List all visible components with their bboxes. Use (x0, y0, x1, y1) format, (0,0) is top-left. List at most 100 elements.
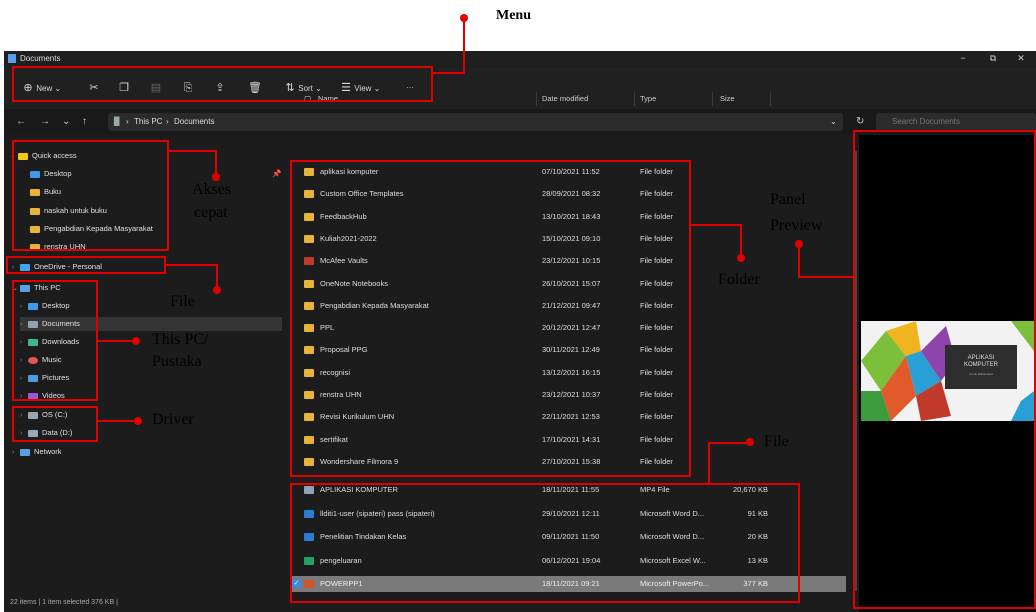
maximize-button[interactable]: ⧉ (978, 51, 1008, 66)
nav-quick-access[interactable]: ⌄ Quick access (10, 149, 77, 163)
file-size: 13 KB (747, 555, 768, 565)
nav-pc-pictures[interactable]: › Pictures (20, 371, 69, 385)
folder-row[interactable]: Kuliah2021-2022 15/10/2021 09:10 File fold… (290, 231, 846, 247)
star-icon (18, 152, 28, 160)
nav-onedrive[interactable]: › OneDrive - Personal (12, 260, 102, 274)
download-icon (28, 338, 38, 346)
file-row[interactable]: APLIKASI KOMPUTER 18/11/2021 11:55 MP4 Fil… (290, 482, 846, 498)
up-arrow-icon[interactable]: ↑ (82, 116, 87, 127)
annotation-folder: Folder (718, 271, 760, 288)
slide-thumbnail: APLIKASI KOMPUTER Untuk Mahasiswa (861, 321, 1034, 421)
paste-button[interactable]: ▤ (150, 80, 162, 96)
file-row[interactable]: POWERPP1 18/11/2021 09:21 Microsoft PowerP… (290, 576, 846, 593)
file-size: 20 KB (747, 532, 768, 542)
folder-row[interactable]: aplikasi komputer 07/10/2021 11:52 File fo… (290, 164, 846, 180)
folder-row[interactable]: renstra UHN 23/12/2021 10:37 File folder (290, 387, 846, 403)
nav-drive-d[interactable]: › Data (D:) (20, 426, 72, 440)
desktop-icon (28, 302, 38, 310)
nav-pc-desktop[interactable]: › Desktop (20, 299, 70, 313)
checkbox-checked-icon[interactable]: ✓ (292, 579, 301, 589)
folder-icon (30, 188, 40, 196)
file-name: Proposal PPG (320, 345, 368, 355)
nav-naskah[interactable]: naskah untuk buku (30, 204, 107, 218)
new-button[interactable]: ⊕ New ⌄ (22, 80, 61, 96)
scrollbar[interactable] (854, 151, 857, 591)
file-type: File folder (640, 456, 673, 466)
folder-row[interactable]: Wondershare Filmora 9 27/10/2021 15:38 Fil… (290, 454, 846, 470)
navigation-pane: ⌄ Quick access Desktop Buku naskah untuk … (4, 135, 282, 595)
file-type: Microsoft PowerPo... (640, 579, 710, 589)
nav-this-pc[interactable]: ⌄ This PC (12, 281, 61, 295)
annotation-file-left: File (170, 293, 195, 310)
annotation-panel: Panel (770, 191, 806, 208)
file-date: 07/10/2021 11:52 (542, 167, 600, 176)
rename-button[interactable]: ⎘ (182, 80, 194, 96)
breadcrumb-documents[interactable]: Documents (174, 117, 214, 126)
file-date: 30/11/2021 12:49 (542, 345, 600, 355)
search-input[interactable]: Search Documents (876, 113, 1036, 131)
folder-row[interactable]: Custom Office Templates 28/09/2021 08:32 F… (290, 186, 846, 202)
folder-row[interactable]: Revisi Kurikulum UHN 22/11/2021 12:53 File… (290, 409, 846, 425)
file-date: 15/10/2021 09:10 (542, 233, 601, 243)
nav-pc-downloads[interactable]: › Downloads (20, 335, 79, 349)
annotation-menu: Menu (496, 8, 531, 23)
preview-pane: APLIKASI KOMPUTER Untuk Mahasiswa (859, 135, 1036, 612)
back-arrow-icon[interactable]: ← (16, 116, 26, 127)
nav-pengabdian[interactable]: Pengabdian Kepada Masyarakat (30, 222, 153, 236)
column-type[interactable]: Type (640, 94, 656, 103)
nav-drive-c[interactable]: › OS (C:) (20, 408, 67, 422)
pc-icon (20, 284, 30, 292)
delete-button[interactable]: 🗑 (248, 80, 262, 96)
folder-icon (304, 435, 314, 444)
cut-button[interactable]: ✂ (88, 80, 100, 96)
annotation-file-right: File (764, 433, 789, 450)
file-size: 377 KB (743, 579, 768, 589)
recent-chevron-icon[interactable]: ⌄ (62, 116, 70, 127)
folder-icon (304, 324, 314, 333)
status-bar: 22 items | 1 item selected 376 KB | (10, 599, 118, 606)
column-size[interactable]: Size (720, 94, 735, 103)
file-name: OneNote Notebooks (320, 278, 388, 288)
file-row[interactable]: Penelitian Tindakan Kelas 09/11/2021 11:5… (290, 529, 846, 545)
annotation-preview: Preview (770, 217, 823, 234)
folder-row[interactable]: PPL 20/12/2021 12:47 File folder (290, 320, 846, 336)
nav-pc-videos[interactable]: › Videos (20, 389, 65, 403)
folder-row[interactable]: OneNote Notebooks 26/10/2021 15:07 File fo… (290, 276, 846, 292)
folder-row[interactable]: Pengabdian Kepada Masyarakat 21/12/2021 0… (290, 298, 846, 314)
folder-icon (304, 346, 314, 355)
column-date[interactable]: Date modified (542, 94, 588, 103)
folder-icon (304, 391, 314, 399)
share-button[interactable]: ⇪ (214, 80, 226, 96)
breadcrumb-this-pc[interactable]: This PC (134, 117, 162, 126)
nav-buku[interactable]: Buku (30, 185, 61, 199)
file-row[interactable]: llditi1-user (sipateri) pass (sipateri) 2… (290, 506, 846, 522)
plus-circle-icon: ⊕ (23, 82, 33, 94)
folder-row[interactable]: recognisi 13/12/2021 16:15 File folder (290, 365, 846, 381)
file-name: APLIKASI KOMPUTER (320, 485, 398, 495)
file-type: File folder (640, 189, 673, 199)
pc-icon: ▉ (114, 117, 121, 126)
close-button[interactable]: ✕ (1006, 51, 1036, 66)
folder-icon (304, 368, 314, 377)
nav-pc-documents[interactable]: › Documents (20, 317, 282, 331)
refresh-icon[interactable]: ↻ (856, 116, 864, 127)
file-type: File folder (640, 211, 673, 221)
folder-row[interactable]: McAfee Vaults 23/12/2021 10:15 File folder (290, 253, 846, 269)
nav-network[interactable]: › Network (12, 445, 62, 459)
nav-renstra[interactable]: renstra UHN (30, 240, 86, 254)
rename-icon: ⎘ (183, 82, 193, 94)
folder-row[interactable]: Proposal PPG 30/11/2021 12:49 File folder (290, 342, 846, 358)
nav-pc-music[interactable]: › Music (20, 353, 62, 367)
column-name[interactable]: Name (318, 94, 338, 103)
folder-row[interactable]: FeedbackHub 13/10/2021 18:43 File folder (290, 209, 846, 225)
select-all-checkbox[interactable]: ▢ (304, 94, 311, 103)
file-row[interactable]: pengeluaran 06/12/2021 19:04 Microsoft Exc… (290, 553, 846, 569)
folder-row[interactable]: sertifikat 17/10/2021 14:31 File folder (290, 432, 846, 448)
nav-desktop[interactable]: Desktop (30, 167, 72, 181)
pin-icon[interactable]: 📌 (272, 167, 281, 181)
minimize-button[interactable]: − (948, 51, 978, 66)
copy-button[interactable]: ❐ (118, 80, 130, 96)
file-date: 23/12/2021 10:15 (542, 256, 601, 266)
forward-arrow-icon[interactable]: → (40, 116, 50, 127)
file-size: 20,670 KB (732, 485, 768, 495)
